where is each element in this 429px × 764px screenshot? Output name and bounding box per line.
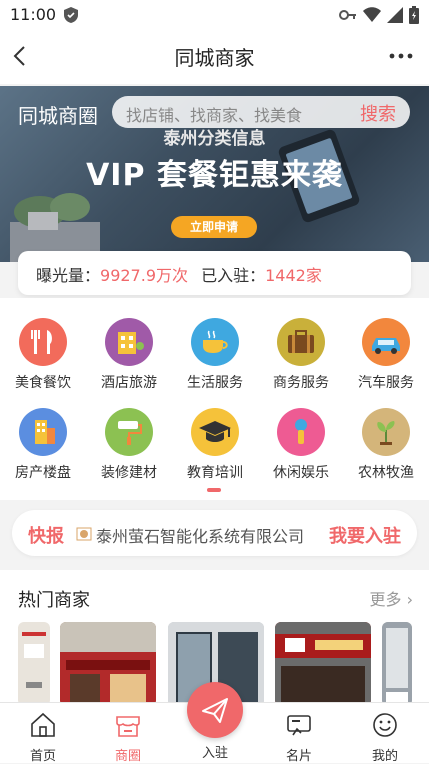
status-time: 11:00 [10,5,57,24]
category-label: 农林牧渔 [358,465,414,481]
merchant-thumbnail[interactable] [382,622,412,706]
category-car[interactable]: 汽车服务 [343,318,429,392]
status-bar: 11:00 [0,0,429,30]
stats-card: 曝光量：9927.9万次 已入驻：1442家 [18,251,411,295]
category-label: 商务服务 [273,375,329,391]
tab-label: 首页 [29,749,56,764]
category-label: 汽车服务 [358,375,414,391]
more-options-icon[interactable] [387,44,415,68]
tab-label: 商圈 [114,749,141,764]
category-life-service[interactable]: 生活服务 [172,318,258,392]
more-link[interactable]: 更多 › [369,586,413,610]
merchant-thumbnail[interactable] [275,622,371,706]
battery-icon [409,6,419,24]
news-text[interactable]: 泰州萤石智能化系统有限公司 [96,523,318,547]
joined-value: 1442家 [265,266,322,285]
graduation-cap-icon [191,408,239,456]
search-input[interactable]: 找店铺、找商家、找美食 [126,102,302,126]
category-real-estate[interactable]: 房产楼盘 [0,408,86,482]
apply-button[interactable]: 立即申请 [171,216,257,238]
category-education[interactable]: 教育培训 [172,408,258,482]
smile-icon [373,713,397,737]
search-button[interactable]: 搜索 [360,100,396,126]
chevron-right-icon: › [406,590,413,609]
category-label: 休闲娱乐 [273,465,329,481]
category-label: 美食餐饮 [15,375,71,391]
building-icon [19,408,67,456]
exposure-label: 曝光量： [36,266,101,285]
category-agriculture[interactable]: 农林牧渔 [343,408,429,482]
key-icon [339,10,356,20]
car-icon [362,318,410,366]
tab-label: 名片 [285,749,312,764]
tab-business-circle[interactable]: 商圈 [93,711,163,764]
coffee-cup-icon [191,318,239,366]
tab-label: 我的 [371,749,398,764]
card-icon [287,715,311,736]
banner-subtitle: 泰州分类信息 [163,129,266,149]
join-fab-button[interactable] [187,682,243,738]
news-tag: 快报 [28,526,64,547]
join-button[interactable]: 我要入驻 [329,522,401,548]
joined-label: 已入驻： [201,266,266,285]
category-label: 房产楼盘 [15,465,71,481]
title-bar: 同城商家 [0,30,429,84]
category-label: 酒店旅游 [101,375,157,391]
briefcase-icon [277,318,325,366]
shield-icon [64,7,78,23]
shop-icon [76,527,92,541]
category-grid: 美食餐饮 酒店旅游 生活服务 商务服务 汽车服务 房产楼盘 装修建材 教育培训 … [0,298,429,500]
cutlery-icon [19,318,67,366]
category-food[interactable]: 美食餐饮 [0,318,86,392]
category-leisure[interactable]: 休闲娱乐 [258,408,344,482]
exposure-value: 9927.9万次 [100,266,189,285]
tab-label: 入驻 [201,746,228,761]
banner-headline: VIP 套餐钜惠来袭 [86,158,343,193]
promo-banner[interactable]: 同城商圈 找店铺、找商家、找美食 搜索 泰州分类信息 VIP 套餐钜惠来袭 立即… [0,86,429,262]
more-label: 更多 [369,590,402,609]
page-indicator [207,488,221,492]
tab-business-card[interactable]: 名片 [264,711,334,764]
category-hotel[interactable]: 酒店旅游 [86,318,172,392]
hotel-icon [105,318,153,366]
store-icon [116,716,140,737]
wifi-icon [363,7,381,22]
category-label: 生活服务 [187,375,243,391]
category-label: 教育培训 [187,465,243,481]
paint-roller-icon [105,408,153,456]
status-icons [339,6,419,24]
tab-mine[interactable]: 我的 [350,711,420,764]
category-business[interactable]: 商务服务 [258,318,344,392]
merchant-thumbnail[interactable] [18,622,50,706]
sprout-icon [362,408,410,456]
tab-home[interactable]: 首页 [8,711,78,764]
microphone-icon [277,408,325,456]
home-icon [31,712,55,737]
category-label: 装修建材 [101,465,157,481]
category-decoration[interactable]: 装修建材 [86,408,172,482]
news-ticker[interactable]: 快报 泰州萤石智能化系统有限公司 我要入驻 [12,510,417,556]
section-title: 热门商家 [18,590,90,611]
page-title: 同城商家 [174,46,255,70]
merchant-thumbnail[interactable] [60,622,156,706]
signal-icon [387,7,403,23]
paper-plane-icon [202,698,228,723]
